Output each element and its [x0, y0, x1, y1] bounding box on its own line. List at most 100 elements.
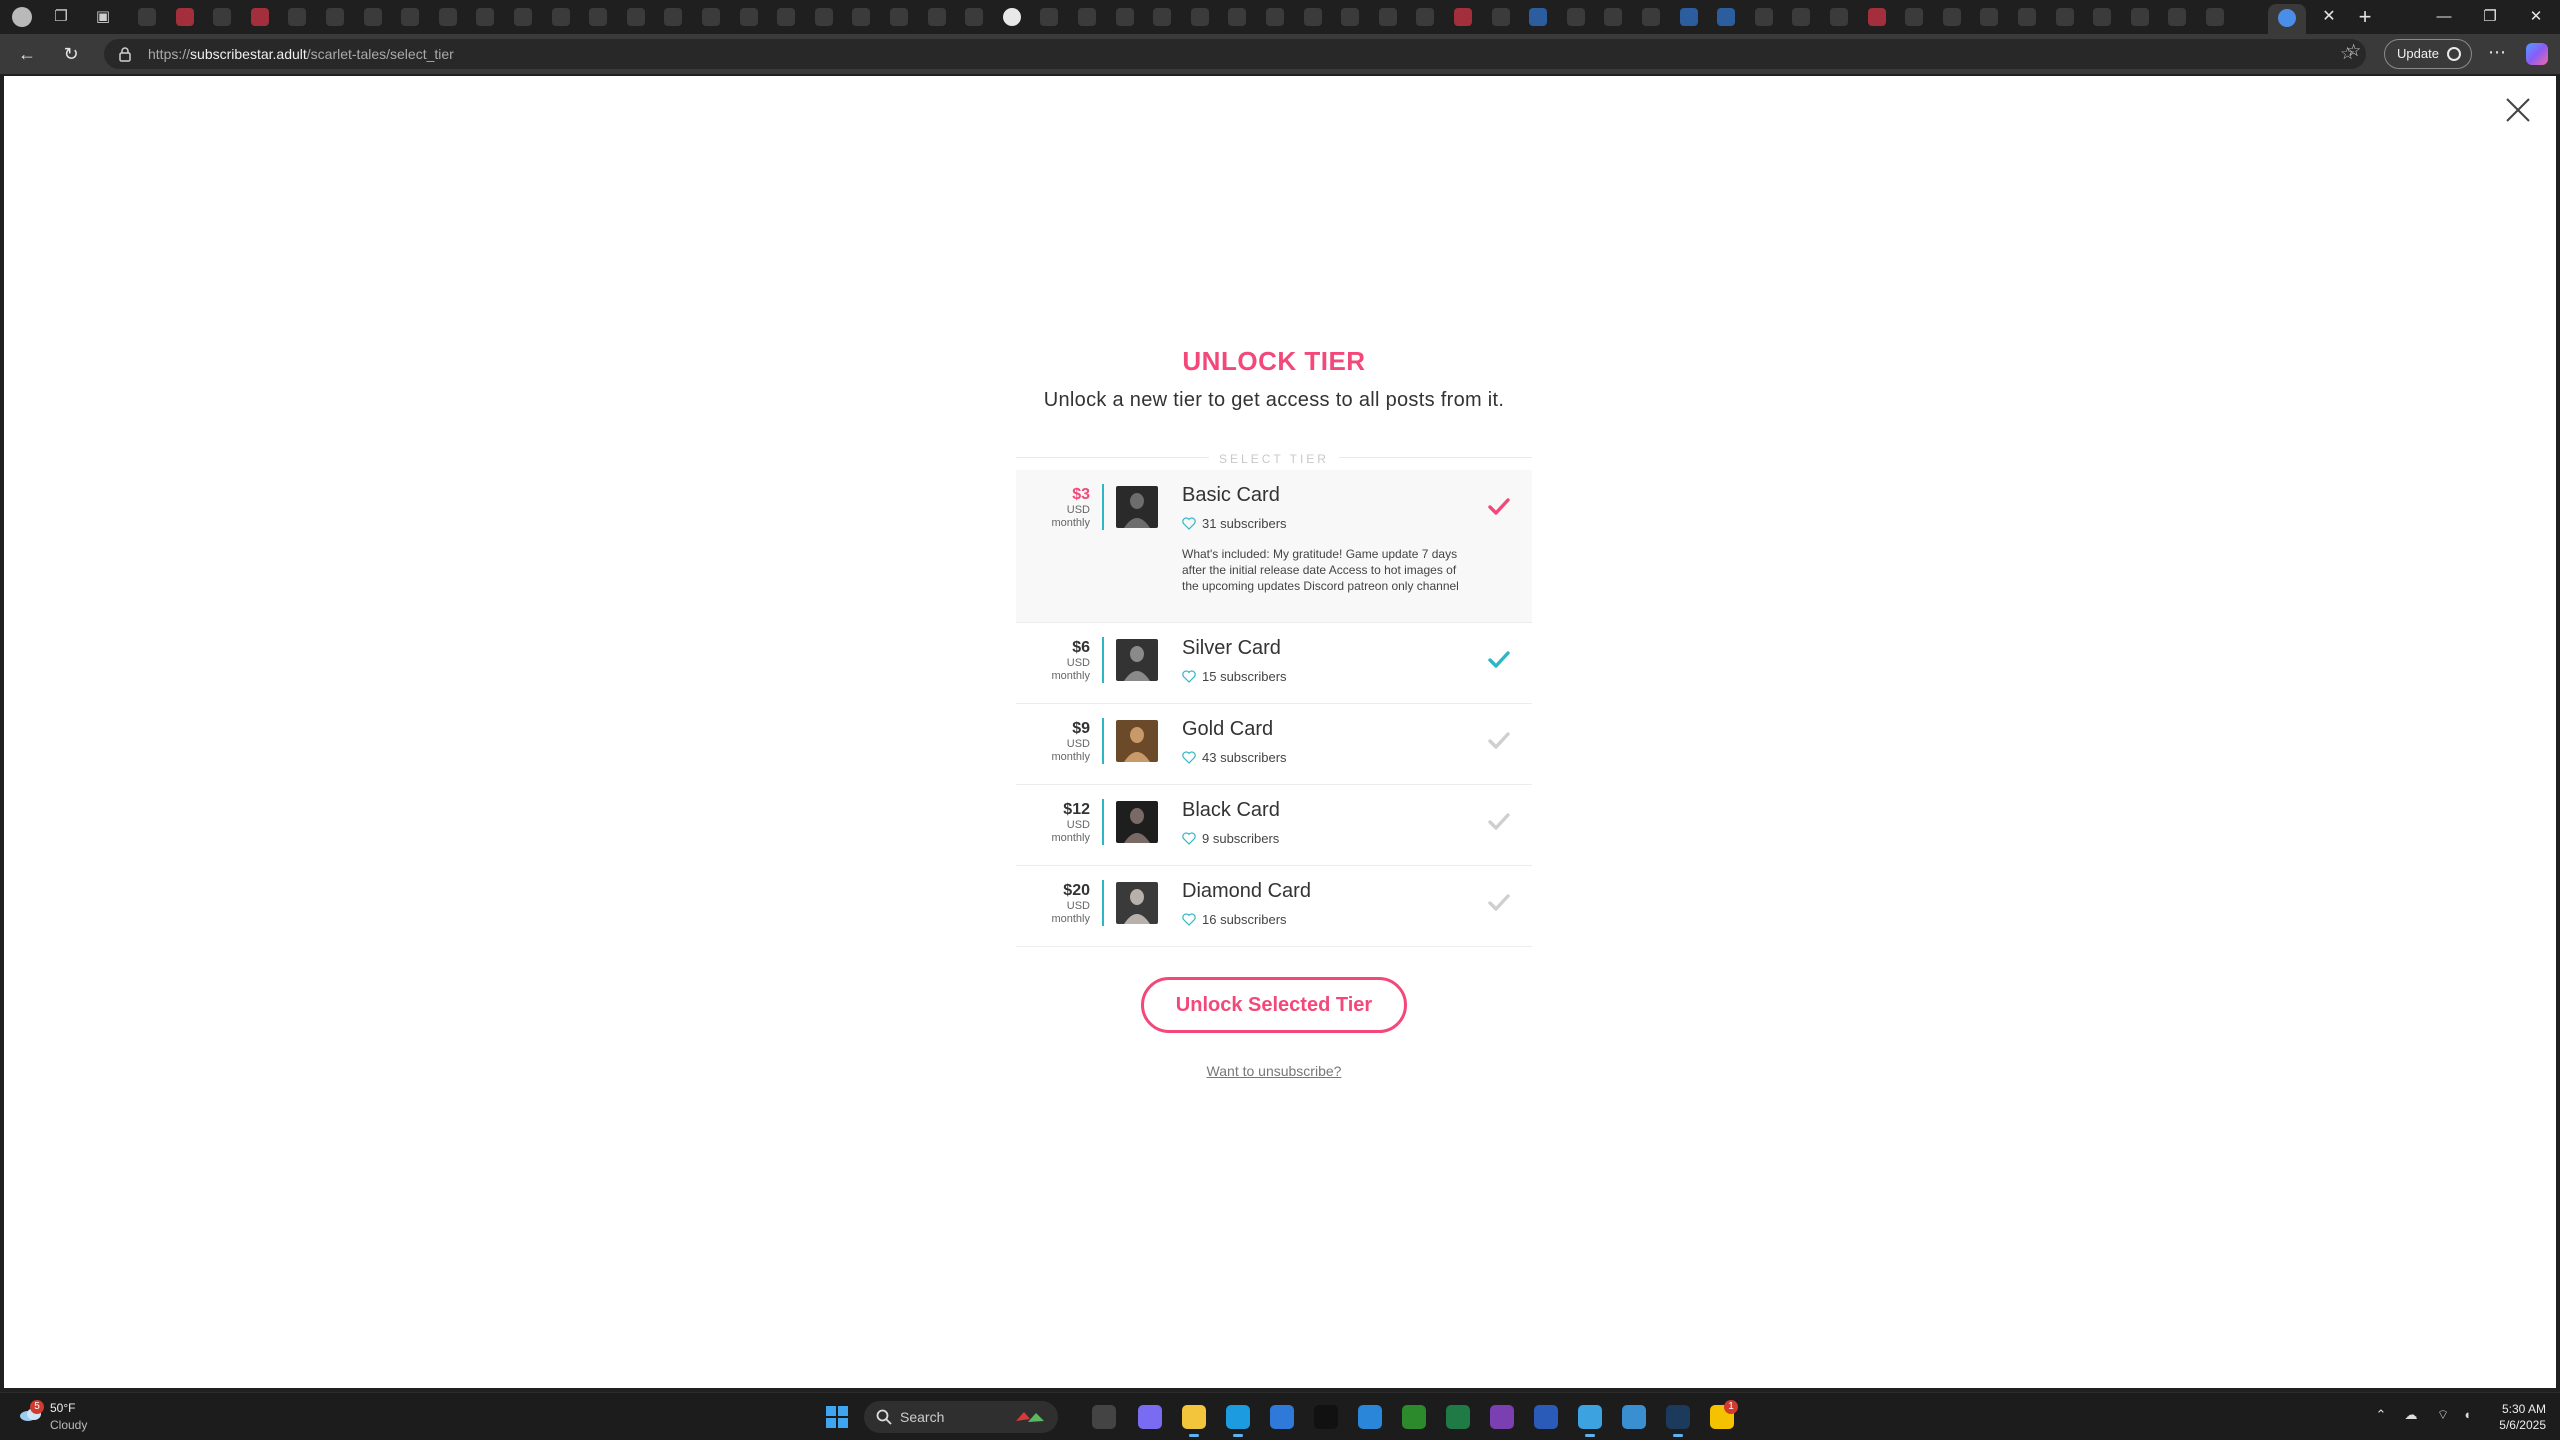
- tab-favicon-icon[interactable]: [514, 8, 532, 26]
- tab-favicon-icon[interactable]: [363, 8, 382, 26]
- copilot-icon[interactable]: [2526, 43, 2548, 65]
- tab-favicon-icon[interactable]: [1830, 8, 1848, 26]
- tab-favicon-icon[interactable]: [1378, 8, 1397, 26]
- tab-favicon-icon[interactable]: [1303, 8, 1322, 26]
- xbox-icon[interactable]: [1402, 1405, 1426, 1429]
- address-bar[interactable]: https://subscribestar.adult/scarlet-tale…: [104, 39, 2366, 69]
- tab-favicon-icon[interactable]: [626, 8, 645, 26]
- tab-favicon-icon[interactable]: [1867, 8, 1886, 26]
- tab-favicon-icon[interactable]: [2130, 8, 2149, 26]
- profile-icon[interactable]: [12, 7, 32, 27]
- tab-favicon-icon[interactable]: [2055, 8, 2074, 26]
- onedrive-cloud-icon[interactable]: ☁: [2402, 1407, 2420, 1425]
- settings-more-icon[interactable]: ⋯: [2484, 41, 2510, 67]
- tab-favicon-icon[interactable]: [702, 8, 720, 26]
- unlock-selected-tier-button[interactable]: Unlock Selected Tier: [1141, 977, 1407, 1033]
- check-icon[interactable]: [1488, 651, 1510, 669]
- new-tab-button[interactable]: +: [2352, 5, 2378, 31]
- onenote-icon[interactable]: [1490, 1405, 1514, 1429]
- tab-favicon-icon[interactable]: [1190, 8, 1209, 26]
- tab-favicon-icon[interactable]: [2093, 8, 2112, 26]
- tab-favicon-icon[interactable]: [438, 8, 457, 26]
- tab-favicon-icon[interactable]: [250, 8, 269, 26]
- check-icon[interactable]: [1488, 498, 1510, 516]
- window-close-button[interactable]: ✕: [2514, 4, 2558, 30]
- tier-option-basic-card[interactable]: $3 USD monthly Basic Card 31 subscribers…: [1016, 470, 1532, 623]
- tab-favicon-icon[interactable]: [1228, 8, 1247, 26]
- excel-icon[interactable]: [1446, 1405, 1470, 1429]
- check-icon[interactable]: [1488, 813, 1510, 831]
- tab-favicon-icon[interactable]: [1416, 8, 1435, 26]
- word-icon[interactable]: [1534, 1405, 1558, 1429]
- tab-actions-icon[interactable]: ▣: [94, 8, 112, 26]
- url-text[interactable]: https://subscribestar.adult/scarlet-tale…: [148, 39, 454, 69]
- tier-option-black-card[interactable]: $12 USD monthly Black Card 9 subscribers: [1016, 785, 1532, 866]
- tab-favicon-icon[interactable]: [1754, 8, 1773, 26]
- tray-overflow-chevron-icon[interactable]: ⌃: [2372, 1407, 2390, 1425]
- system-clock[interactable]: 5:30 AM 5/6/2025: [2499, 1401, 2546, 1433]
- weather-temperature[interactable]: 50°F: [50, 1401, 75, 1415]
- favorites-icon[interactable]: ☆: [2346, 41, 2361, 61]
- tab-favicon-icon[interactable]: [965, 8, 984, 26]
- microsoft-store-icon[interactable]: [1270, 1405, 1294, 1429]
- tab-favicon-icon[interactable]: [1491, 8, 1510, 26]
- tab-favicon-icon[interactable]: [476, 8, 495, 26]
- tab-favicon-icon[interactable]: [213, 8, 232, 26]
- edge-browser-icon[interactable]: [1226, 1405, 1250, 1437]
- tab-favicon-icon[interactable]: [175, 8, 194, 26]
- volume-icon[interactable]: ◖: [2458, 1407, 2476, 1425]
- tab-favicon-icon[interactable]: [1604, 8, 1623, 26]
- notepad-icon[interactable]: [1578, 1405, 1602, 1437]
- tab-favicon-icon[interactable]: [664, 8, 683, 26]
- wifi-icon[interactable]: ⌔: [2434, 1407, 2452, 1425]
- tab-favicon-icon[interactable]: [814, 8, 833, 26]
- tab-favicon-icon[interactable]: [1642, 8, 1660, 26]
- tab-favicon-icon[interactable]: [551, 8, 570, 26]
- tab-favicon-icon[interactable]: [1153, 8, 1172, 26]
- tab-favicon-icon[interactable]: [852, 8, 871, 26]
- tab-favicon-icon[interactable]: [1341, 8, 1360, 26]
- tab-favicon-icon[interactable]: [1980, 8, 1999, 26]
- check-icon[interactable]: [1488, 894, 1510, 912]
- tab-favicon-icon[interactable]: [1529, 8, 1548, 26]
- tier-option-gold-card[interactable]: $9 USD monthly Gold Card 43 subscribers: [1016, 704, 1532, 785]
- tab-favicon-icon[interactable]: [739, 8, 758, 26]
- tab-favicon-icon[interactable]: [1566, 8, 1585, 26]
- weather-condition[interactable]: Cloudy: [50, 1418, 87, 1432]
- tab-favicon-icon[interactable]: [1040, 8, 1059, 26]
- control-panel-icon[interactable]: [1622, 1405, 1646, 1429]
- close-tab-icon[interactable]: ✕: [2318, 6, 2340, 28]
- tab-favicon-icon[interactable]: [1905, 8, 1924, 26]
- tab-favicon-icon[interactable]: [288, 8, 307, 26]
- tab-favicon-icon[interactable]: [326, 8, 344, 26]
- windows-start-icon[interactable]: [826, 1406, 848, 1428]
- tab-favicon-icon[interactable]: [1942, 8, 1961, 26]
- check-icon[interactable]: [1488, 732, 1510, 750]
- workspaces-icon[interactable]: ❐: [52, 8, 70, 26]
- tab-favicon-icon[interactable]: [2168, 8, 2187, 26]
- steam-icon[interactable]: [1666, 1405, 1690, 1437]
- alienware-icon[interactable]: [1314, 1405, 1338, 1429]
- tab-favicon-icon[interactable]: [2018, 8, 2036, 26]
- task-view-icon[interactable]: [1092, 1405, 1116, 1429]
- refresh-button[interactable]: ↻: [58, 41, 84, 67]
- tab-favicon-icon[interactable]: [401, 8, 420, 26]
- tab-favicon-icon[interactable]: [1792, 8, 1811, 26]
- close-icon[interactable]: [2502, 94, 2534, 126]
- tab-active[interactable]: [2268, 4, 2306, 34]
- tab-favicon-icon[interactable]: [777, 8, 796, 26]
- restore-button[interactable]: ❐: [2468, 4, 2512, 30]
- tab-favicon-icon[interactable]: [890, 8, 908, 26]
- tier-option-silver-card[interactable]: $6 USD monthly Silver Card 15 subscriber…: [1016, 623, 1532, 704]
- mail-icon[interactable]: [1358, 1405, 1382, 1429]
- unsubscribe-link[interactable]: Want to unsubscribe?: [1016, 1063, 1532, 1079]
- tab-favicon-icon[interactable]: [927, 8, 946, 26]
- copilot-app-icon[interactable]: [1138, 1405, 1162, 1429]
- tab-favicon-icon[interactable]: [1078, 8, 1096, 26]
- tab-favicon-icon[interactable]: [1454, 8, 1472, 26]
- tab-favicon-icon[interactable]: [589, 8, 608, 26]
- back-button[interactable]: ←: [14, 41, 40, 67]
- tab-favicon-icon[interactable]: [1266, 8, 1284, 26]
- lock-icon[interactable]: [118, 46, 132, 62]
- tab-favicon-icon[interactable]: [1115, 8, 1134, 26]
